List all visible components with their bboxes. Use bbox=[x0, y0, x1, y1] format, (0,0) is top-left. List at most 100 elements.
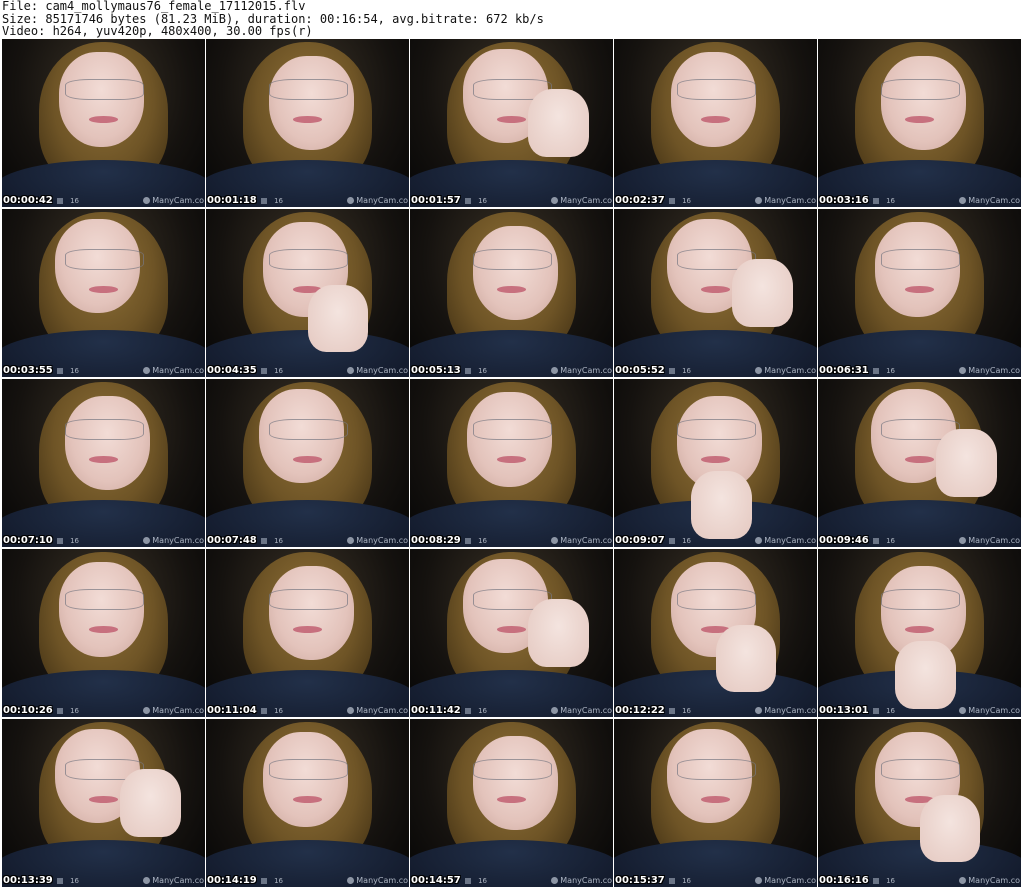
lips-shape bbox=[89, 796, 118, 803]
lips-shape bbox=[293, 796, 322, 803]
video-thumbnail: 00:06:31 16 ManyCam.co bbox=[818, 209, 1021, 377]
manycam-logo-icon bbox=[755, 197, 763, 204]
watermark-text: ManyCam.co bbox=[152, 196, 204, 205]
watermark-text: ManyCam.co bbox=[764, 366, 816, 375]
manycam-logo-icon bbox=[143, 537, 151, 544]
thumbnail-badge: 16 bbox=[873, 197, 895, 205]
lips-shape bbox=[905, 626, 934, 633]
watermark-text: ManyCam.co bbox=[560, 876, 612, 885]
video-thumbnail: 00:11:42 16 ManyCam.co bbox=[410, 549, 613, 717]
face-shape bbox=[472, 225, 559, 320]
video-thumbnail: 00:03:16 16 ManyCam.co bbox=[818, 39, 1021, 207]
video-thumbnail: 00:05:13 16 ManyCam.co bbox=[410, 209, 613, 377]
video-thumbnail: 00:01:57 16 ManyCam.co bbox=[410, 39, 613, 207]
lips-shape bbox=[701, 116, 730, 123]
manycam-watermark: ManyCam.co bbox=[143, 706, 204, 715]
thumbnail-timestamp: 00:03:55 bbox=[3, 365, 53, 376]
video-thumbnail: 00:12:22 16 ManyCam.co bbox=[614, 549, 817, 717]
lips-shape bbox=[701, 796, 730, 803]
video-thumbnail: 00:07:48 16 ManyCam.co bbox=[206, 379, 409, 547]
thumbnail-timestamp: 00:07:48 bbox=[207, 535, 257, 546]
video-thumbnail: 00:15:37 16 ManyCam.co bbox=[614, 719, 817, 887]
watermark-text: ManyCam.co bbox=[356, 706, 408, 715]
watermark-text: ManyCam.co bbox=[764, 706, 816, 715]
manycam-watermark: ManyCam.co bbox=[551, 876, 612, 885]
video-thumbnail: 00:11:04 16 ManyCam.co bbox=[206, 549, 409, 717]
watermark-text: ManyCam.co bbox=[152, 876, 204, 885]
manycam-watermark: ManyCam.co bbox=[755, 366, 816, 375]
manycam-logo-icon bbox=[755, 877, 763, 884]
watermark-text: ManyCam.co bbox=[764, 196, 816, 205]
watermark-text: ManyCam.co bbox=[152, 706, 204, 715]
hand-shape bbox=[919, 794, 981, 862]
hand-shape bbox=[527, 89, 589, 157]
lips-shape bbox=[89, 286, 118, 293]
manycam-watermark: ManyCam.co bbox=[143, 536, 204, 545]
thumbnail-badge: 16 bbox=[57, 877, 79, 885]
manycam-watermark: ManyCam.co bbox=[959, 536, 1020, 545]
thumbnail-timestamp: 00:15:37 bbox=[615, 875, 665, 886]
manycam-watermark: ManyCam.co bbox=[959, 876, 1020, 885]
hand-shape bbox=[935, 429, 997, 497]
thumbnail-timestamp: 00:08:29 bbox=[411, 535, 461, 546]
watermark-text: ManyCam.co bbox=[968, 536, 1020, 545]
thumbnail-timestamp: 00:13:01 bbox=[819, 705, 869, 716]
manycam-watermark: ManyCam.co bbox=[347, 536, 408, 545]
glasses-shape bbox=[268, 759, 349, 780]
thumbnail-badge: 16 bbox=[669, 537, 691, 545]
lips-shape bbox=[701, 456, 730, 463]
manycam-logo-icon bbox=[551, 537, 559, 544]
lips-shape bbox=[905, 286, 934, 293]
watermark-text: ManyCam.co bbox=[356, 196, 408, 205]
hand-shape bbox=[527, 599, 589, 667]
manycam-logo-icon bbox=[143, 367, 151, 374]
manycam-logo-icon bbox=[143, 197, 151, 204]
manycam-watermark: ManyCam.co bbox=[551, 706, 612, 715]
hand-shape bbox=[119, 769, 181, 837]
thumbnail-timestamp: 00:13:39 bbox=[3, 875, 53, 886]
lips-shape bbox=[293, 116, 322, 123]
thumbnail-timestamp: 00:01:18 bbox=[207, 195, 257, 206]
thumbnail-badge: 16 bbox=[465, 707, 487, 715]
lips-shape bbox=[497, 796, 526, 803]
watermark-text: ManyCam.co bbox=[356, 366, 408, 375]
thumbnail-badge: 16 bbox=[465, 537, 487, 545]
thumbnail-badge: 16 bbox=[261, 197, 283, 205]
lips-shape bbox=[701, 286, 730, 293]
lips-shape bbox=[497, 456, 526, 463]
manycam-logo-icon bbox=[551, 707, 559, 714]
manycam-logo-icon bbox=[347, 537, 355, 544]
manycam-watermark: ManyCam.co bbox=[143, 196, 204, 205]
thumbnail-badge: 16 bbox=[261, 537, 283, 545]
hand-shape bbox=[895, 641, 957, 709]
glasses-shape bbox=[268, 79, 349, 100]
thumbnail-badge: 16 bbox=[261, 707, 283, 715]
watermark-text: ManyCam.co bbox=[152, 536, 204, 545]
face-shape bbox=[472, 735, 559, 830]
thumbnail-badge: 16 bbox=[669, 877, 691, 885]
thumbnail-grid: 00:00:42 16 ManyCam.co 00:01:18 16 ManyCam.co… bbox=[2, 39, 1022, 889]
thumbnail-badge: 16 bbox=[873, 877, 895, 885]
manycam-watermark: ManyCam.co bbox=[143, 876, 204, 885]
video-thumbnail: 00:01:18 16 ManyCam.co bbox=[206, 39, 409, 207]
thumbnail-timestamp: 00:16:16 bbox=[819, 875, 869, 886]
manycam-logo-icon bbox=[551, 197, 559, 204]
glasses-shape bbox=[676, 589, 757, 610]
thumbnail-badge: 16 bbox=[261, 367, 283, 375]
thumbnail-badge: 16 bbox=[465, 197, 487, 205]
thumbnail-badge: 16 bbox=[465, 877, 487, 885]
video-thumbnail: 00:08:29 16 ManyCam.co bbox=[410, 379, 613, 547]
lips-shape bbox=[497, 116, 526, 123]
watermark-text: ManyCam.co bbox=[560, 366, 612, 375]
video-thumbnail: 00:14:57 16 ManyCam.co bbox=[410, 719, 613, 887]
video-thumbnail: 00:10:26 16 ManyCam.co bbox=[2, 549, 205, 717]
manycam-watermark: ManyCam.co bbox=[347, 366, 408, 375]
watermark-text: ManyCam.co bbox=[764, 536, 816, 545]
manycam-logo-icon bbox=[347, 877, 355, 884]
thumbnail-badge: 16 bbox=[873, 537, 895, 545]
video-thumbnail: 00:05:52 16 ManyCam.co bbox=[614, 209, 817, 377]
video-thumbnail: 00:07:10 16 ManyCam.co bbox=[2, 379, 205, 547]
hand-shape bbox=[307, 284, 369, 352]
manycam-watermark: ManyCam.co bbox=[347, 876, 408, 885]
hand-shape bbox=[715, 624, 777, 692]
